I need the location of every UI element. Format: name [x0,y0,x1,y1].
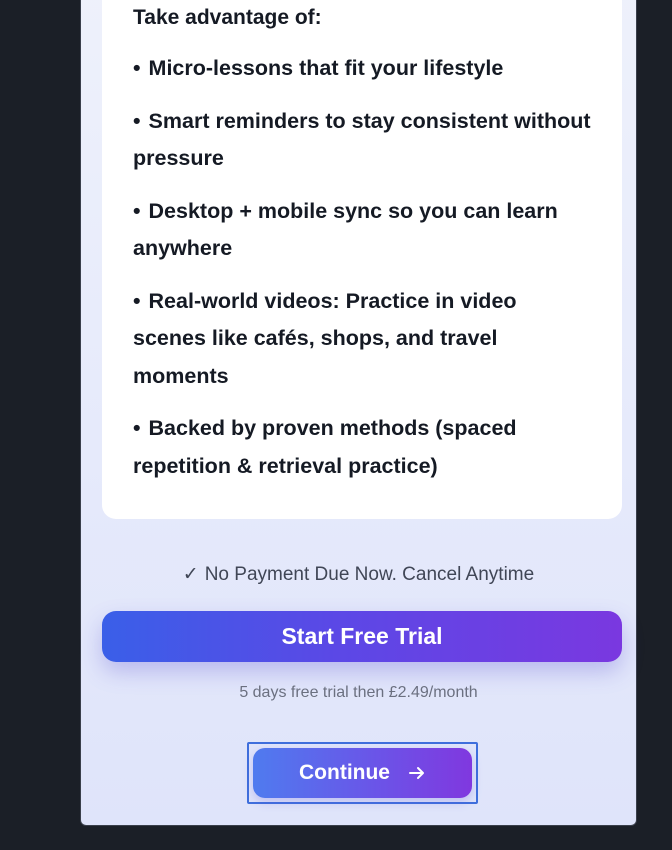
no-payment-note: ✓ No Payment Due Now. Cancel Anytime [81,562,636,588]
benefit-text: Micro-lessons that fit your lifestyle [148,56,504,80]
bullet-icon: • [133,288,141,313]
benefit-item-micro-lessons: • Micro-lessons that fit your lifestyle [133,50,592,88]
start-free-trial-button[interactable]: Start Free Trial [102,611,622,662]
trial-terms-text: 5 days free trial then £2.49/month [239,684,478,701]
benefit-item-sync: • Desktop + mobile sync so you can learn … [133,193,592,268]
benefit-list: • Micro-lessons that fit your lifestyle •… [133,50,592,485]
benefit-item-proven-methods: • Backed by proven methods (spaced repeti… [133,410,592,485]
continue-button[interactable]: Continue [253,748,472,798]
bullet-icon: • [133,56,141,80]
onboarding-panel: Take advantage of: • Micro-lessons that f… [80,0,637,826]
bullet-icon: • [133,108,141,133]
continue-label: Continue [299,761,390,784]
benefit-text: Backed by proven methods (spaced repetit… [133,416,517,478]
benefits-heading: Take advantage of: [133,6,322,29]
benefit-text: Smart reminders to stay consistent witho… [133,108,591,171]
arrow-right-icon [408,767,424,779]
bullet-icon: • [133,198,141,223]
no-payment-text: No Payment Due Now. Cancel Anytime [204,564,535,585]
checkmark-icon: ✓ [182,564,199,585]
benefit-text: Real-world videos: Practice in video sce… [133,288,517,388]
benefit-item-smart-reminders: • Smart reminders to stay consistent with… [133,103,592,178]
bullet-icon: • [133,416,141,440]
continue-focus-ring: Continue [247,742,478,804]
benefits-card: Take advantage of: • Micro-lessons that f… [102,0,622,519]
benefit-text: Desktop + mobile sync so you can learn a… [133,198,558,261]
benefit-item-real-world-videos: • Real-world videos: Practice in video sc… [133,283,592,396]
